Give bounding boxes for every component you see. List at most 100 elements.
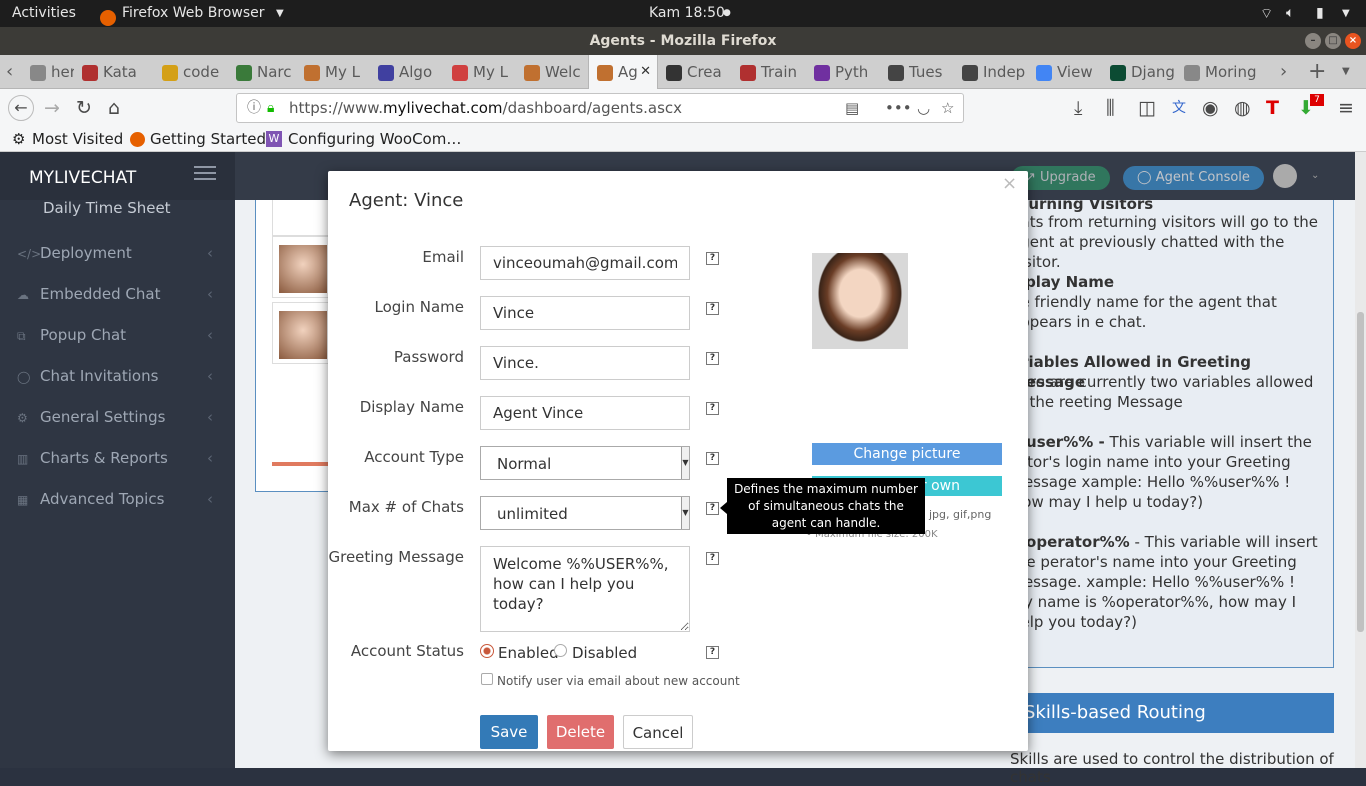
login-help-icon[interactable]: ? [706, 302, 719, 315]
clock[interactable]: Kam 18:50 [649, 5, 725, 21]
greeting-message-field[interactable]: Welcome %%USER%%, how can I help you tod… [480, 546, 690, 632]
tab-3[interactable]: Narc [228, 55, 296, 89]
tab-favicon-icon [378, 64, 394, 81]
save-button[interactable]: Save [480, 715, 538, 749]
tab-1[interactable]: Kata [74, 55, 154, 89]
new-tab-icon[interactable]: + [1308, 55, 1328, 89]
battery-icon[interactable]: ▮ [1316, 5, 1324, 21]
change-picture-button[interactable]: Change picture [812, 443, 1002, 465]
tab-favicon-icon [597, 64, 613, 81]
delete-button[interactable]: Delete [547, 715, 614, 749]
translate-icon[interactable]: 文 [1172, 97, 1186, 119]
account-status-label: Account Status [350, 642, 464, 660]
tab-15[interactable]: Djang [1102, 55, 1176, 89]
minimize-icon[interactable]: – [1305, 33, 1321, 49]
tab-12[interactable]: Tues [880, 55, 954, 89]
enabled-label[interactable]: Enabled [498, 644, 559, 662]
tab-label: Train [761, 63, 797, 81]
login-name-field[interactable] [480, 296, 690, 330]
account-type-select[interactable]: Normal ▼ [480, 446, 690, 480]
agent-picture [812, 253, 908, 349]
greeting-help-icon[interactable]: ? [706, 552, 719, 565]
tab-7[interactable]: Welc [516, 55, 588, 89]
max-chats-select[interactable]: unlimited ▼ [480, 496, 690, 530]
pocket-icon[interactable]: ◡ [917, 94, 930, 122]
gear-icon: ⚙ [12, 130, 26, 148]
account-type-help-icon[interactable]: ? [706, 452, 719, 465]
t-extension-icon[interactable]: T [1266, 97, 1279, 119]
downloads-icon[interactable]: ⤓ [1074, 97, 1082, 119]
close-window-icon[interactable]: × [1345, 33, 1361, 49]
cancel-button[interactable]: Cancel [623, 715, 693, 749]
tab-14[interactable]: View [1028, 55, 1102, 89]
agent-dialog: Agent: Vince × Email ? Login Name ? Pass… [328, 171, 1028, 751]
bookmarks-bar: ⚙ Most Visited Getting Started W Configu… [0, 127, 1366, 152]
notify-checkbox[interactable] [481, 673, 493, 685]
tab-favicon-icon [814, 64, 830, 81]
app-menu[interactable]: Firefox Web Browser [122, 5, 265, 21]
tab-label: Crea [687, 63, 722, 81]
library-icon[interactable]: ⫼ [1106, 97, 1115, 119]
forward-icon[interactable]: → [44, 97, 60, 119]
activities-button[interactable]: Activities [12, 5, 76, 21]
tabs-scroll-right-icon[interactable]: › [1280, 55, 1298, 89]
extension-icon[interactable]: ◉ [1202, 97, 1219, 119]
enabled-radio[interactable] [480, 644, 494, 658]
wifi-icon[interactable]: ⌔ [1260, 5, 1273, 23]
info-icon[interactable]: ⓘ [247, 94, 261, 122]
close-tab-icon[interactable]: ✕ [640, 55, 651, 89]
home-icon[interactable]: ⌂ [108, 97, 120, 119]
reload-icon[interactable]: ↻ [76, 97, 92, 119]
tab-2[interactable]: code [154, 55, 228, 89]
tab-favicon-icon [888, 64, 904, 81]
tab-10[interactable]: Train [732, 55, 806, 89]
status-help-icon[interactable]: ? [706, 646, 719, 659]
url-text[interactable]: https://www.mylivechat.com/dashboard/age… [289, 94, 682, 122]
email-field[interactable] [480, 246, 690, 280]
maximize-icon[interactable]: □ [1325, 33, 1341, 49]
volume-icon[interactable]: 🔈︎ [1286, 5, 1294, 21]
bookmark-star-icon[interactable]: ☆ [941, 94, 954, 122]
reader-view-icon[interactable]: ▤ [845, 94, 859, 122]
firefox-icon [130, 132, 145, 147]
page-actions-icon[interactable]: ••• [885, 94, 912, 122]
tab-4[interactable]: My L [296, 55, 370, 89]
tab-6[interactable]: My L [444, 55, 516, 89]
hamburger-menu-icon[interactable]: ≡ [1338, 97, 1354, 119]
login-name-label: Login Name [374, 298, 465, 316]
display-help-icon[interactable]: ? [706, 402, 719, 415]
bookmark-configuring-woocommerce[interactable]: Configuring WooCom… [288, 130, 461, 148]
tab-list-icon[interactable]: ▼ [1342, 55, 1358, 89]
display-name-field[interactable] [480, 396, 690, 430]
system-menu-icon[interactable]: ▼ [1342, 8, 1350, 19]
password-field[interactable] [480, 346, 690, 380]
account-icon[interactable]: ◍ [1234, 97, 1251, 119]
disabled-label[interactable]: Disabled [572, 644, 637, 662]
max-chats-value: unlimited [497, 505, 568, 523]
disabled-radio[interactable] [554, 644, 567, 657]
nav-bar: ← → ↻ ⌂ ⓘ 🔒︎ https://www.mylivechat.com/… [0, 89, 1366, 127]
tab-5[interactable]: Algo [370, 55, 444, 89]
max-chats-help-icon[interactable]: ? [706, 502, 719, 515]
tab-favicon-icon [1110, 64, 1126, 81]
sidebar-icon[interactable]: ◫ [1138, 97, 1156, 119]
dialog-title: Agent: Vince [349, 190, 464, 211]
close-icon[interactable]: × [1002, 173, 1017, 194]
tab-13[interactable]: Indep [954, 55, 1028, 89]
tab-label: Ag [618, 63, 638, 81]
tab-16[interactable]: Moringa [1176, 55, 1256, 89]
tab-11[interactable]: Pyth [806, 55, 880, 89]
tab-9[interactable]: Crea [658, 55, 732, 89]
notify-label[interactable]: Notify user via email about new account [497, 674, 740, 688]
window-titlebar: Agents - Mozilla Firefox – □ × [0, 27, 1366, 55]
email-label: Email [422, 248, 464, 266]
bookmark-most-visited[interactable]: Most Visited [32, 130, 123, 148]
back-icon[interactable]: ← [8, 95, 34, 121]
tab-0[interactable]: her [22, 55, 74, 89]
password-help-icon[interactable]: ? [706, 352, 719, 365]
tab-8[interactable]: Ag ✕ [588, 55, 658, 89]
tab-favicon-icon [740, 64, 756, 81]
email-help-icon[interactable]: ? [706, 252, 719, 265]
bookmark-getting-started[interactable]: Getting Started [150, 130, 266, 148]
url-bar[interactable]: ⓘ 🔒︎ https://www.mylivechat.com/dashboar… [236, 93, 964, 123]
